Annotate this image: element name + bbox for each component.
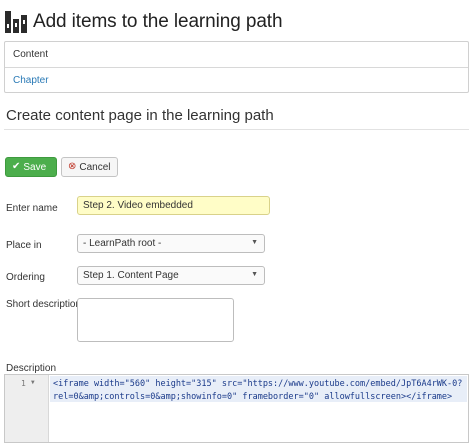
cancel-button-label: Cancel [79,161,111,173]
checkmark-icon: ✔ [12,161,21,172]
chevron-down-icon: ▼ [251,271,258,278]
section-divider [4,129,469,130]
code-line-1: <iframe width="560" height="315" src="ht… [53,379,463,389]
editor-code[interactable]: <iframe width="560" height="315" src="ht… [53,378,462,404]
fold-arrow-icon[interactable]: ▼ [31,379,35,386]
description-code-editor[interactable]: 1 ▼ <iframe width="560" height="315" src… [4,374,469,443]
list-item-chapter[interactable]: Chapter [5,67,468,92]
page-title: Add items to the learning path [33,11,283,32]
learnpath-logo-icon [5,11,27,33]
cancel-circle-icon: ⊗ [68,161,77,172]
short-description-textarea[interactable] [77,298,234,342]
short-description-label: Short description [6,299,82,310]
place-in-select[interactable]: - LearnPath root - ▼ [77,234,265,253]
code-line-2: rel=0&amp;controls=0&amp;showinfo=0" fra… [53,392,453,402]
ordering-select[interactable]: Step 1. Content Page ▼ [77,266,265,285]
editor-gutter: 1 ▼ [5,375,49,442]
item-type-list: Content Chapter [4,41,469,93]
name-label: Enter name [6,203,58,214]
save-button[interactable]: ✔ Save [5,157,57,177]
section-title: Create content page in the learning path [6,107,274,124]
name-input[interactable]: Step 2. Video embedded [77,196,270,215]
page-header: Add items to the learning path [4,8,283,36]
place-in-value: - LearnPath root - [83,238,162,249]
ordering-label: Ordering [6,272,45,283]
description-label: Description [6,363,57,374]
chevron-down-icon: ▼ [251,239,258,246]
line-number: 1 [21,379,26,388]
list-item-content[interactable]: Content [5,42,468,67]
cancel-button[interactable]: ⊗ Cancel [61,157,118,177]
place-in-label: Place in [6,240,42,251]
save-button-label: Save [23,161,47,173]
ordering-value: Step 1. Content Page [83,270,179,281]
